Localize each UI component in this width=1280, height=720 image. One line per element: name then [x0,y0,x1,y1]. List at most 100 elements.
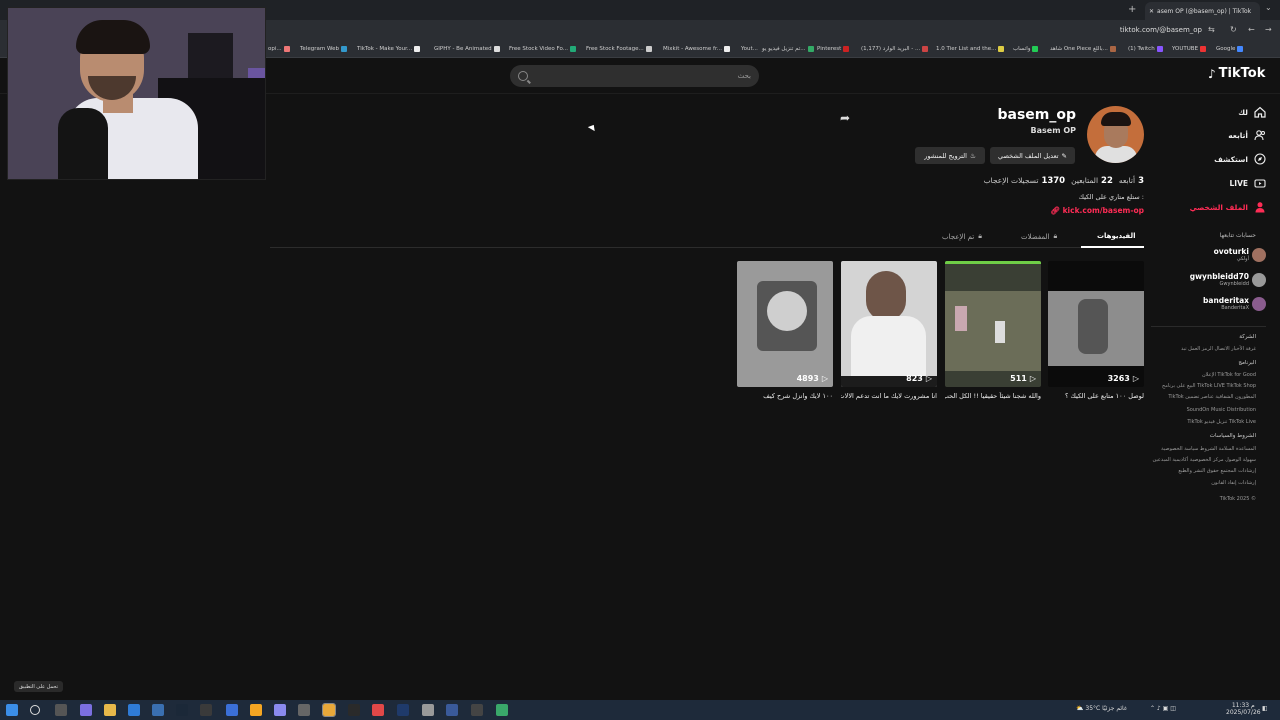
tab-search-icon[interactable]: ⌄ [1265,3,1272,12]
bookmark-item[interactable]: تم تنزيل فيديو يو... [762,46,814,52]
video-thumbnail[interactable]: 511 ▷ [945,261,1041,387]
following-stat[interactable]: 3أتابعه [1119,176,1144,186]
notification-icon[interactable]: ◧ [1262,705,1268,712]
footer-program-title: البرنامج [1238,360,1256,366]
edit-profile-button[interactable]: تعديل الملف الشخصي ✎ [990,147,1075,164]
clock[interactable]: 11:33 م 2025/07/26 [1226,702,1261,716]
following-account-item[interactable]: banderitax BanderitaX [1203,296,1266,311]
lock-icon: 🔒︎ [978,232,982,240]
search-icon[interactable] [30,705,40,715]
battle-net-icon[interactable] [226,704,238,716]
browser-tab-active[interactable]: ✕ asem OP (@basem_op) | TikTok [1145,2,1260,20]
bookmark-item[interactable]: Free Stock Footage... [586,46,652,52]
forward-icon[interactable]: → [1265,25,1272,34]
bookmark-item[interactable]: واتساب [1013,46,1039,52]
discord-icon[interactable] [274,704,286,716]
video-thumbnail[interactable]: 4893 ▷ [737,261,833,387]
weather-widget[interactable]: ⛅ 35°C غائم جزئيًا [1076,705,1127,712]
app-icon[interactable] [372,704,384,716]
avatar [1252,247,1266,262]
reload-icon[interactable]: ↻ [1230,25,1237,34]
bookmark-item[interactable]: Telegram Web [300,46,347,52]
footer-link[interactable]: TikTok Live تنزيل فيديو TikTok [1187,419,1256,425]
copilot-icon[interactable] [80,704,92,716]
bookmark-item[interactable]: GIPHY - Be Animated [434,46,500,52]
app-icon[interactable] [496,704,508,716]
footer-link[interactable]: إرشادات المجتمع حقوق النشر والطبع [1178,468,1256,474]
task-view-icon[interactable] [55,704,67,716]
footer-link[interactable]: إرشادات إنفاذ القانون [1211,480,1256,486]
bookmark-item[interactable]: Mixkit - Awesome fr... [663,46,730,52]
bookmark-item[interactable]: (1,177) البريد الوارد - ... [861,46,929,52]
url-field[interactable]: tiktok.com/@basem_op [1070,26,1202,34]
tab-title: asem OP (@basem_op) | TikTok [1157,7,1252,15]
outlook-icon[interactable] [128,704,140,716]
bookmark-item[interactable]: Pinterest [817,46,850,52]
bookmark-item[interactable]: YOUTUBE [1172,46,1207,52]
obs-icon[interactable] [348,704,360,716]
tray-icons[interactable]: ⌃ ♪ ▣ ◫ [1150,705,1176,712]
steam-icon[interactable] [176,704,188,716]
video-caption: ١٠٠ لايك وانزل شرح كيف [763,392,833,400]
new-tab-button[interactable]: + [1128,4,1136,15]
video-caption: انا مشرورت لايك ما انت تدعم الالات [841,392,937,400]
followers-stat[interactable]: 22المتابعين [1071,176,1113,186]
back-icon[interactable]: ← [1248,25,1255,34]
store-icon[interactable] [152,704,164,716]
site-settings-icon[interactable]: ⇆ [1208,25,1215,34]
sidebar-item-profile[interactable]: الملف الشخصي [1190,201,1266,213]
file-explorer-icon[interactable] [104,704,116,716]
search-input[interactable]: بحث [510,65,759,87]
bookmark-item[interactable]: TikTok - Make Your... [357,46,421,52]
play-icon: ▷ [821,374,828,383]
app-icon[interactable] [446,704,458,716]
video-caption: لوصل ١٠٠ متابع على الكيك ؟ [1064,392,1144,400]
footer-link[interactable]: غرفة الأخبار الاتصال الرمز العمل تبذ [1181,346,1256,352]
avatar [1252,272,1266,287]
promote-post-button[interactable]: الترويج للمنشور ♨ [915,147,985,164]
tiktok-logo[interactable]: ♪ TikTok [1208,66,1265,81]
bookmark-item[interactable]: opi... [268,46,290,52]
video-thumbnail[interactable]: 823 ▷ [841,261,937,387]
following-account-item[interactable]: gwynbleidd70 Gwynbleidd [1190,272,1266,287]
following-account-item[interactable]: ovoturki أولكي [1214,247,1266,262]
windows-start-icon[interactable] [6,704,18,716]
bookmark-item[interactable]: Free Stock Video Fo... [509,46,577,52]
search-icon[interactable] [518,71,528,81]
bookmark-item[interactable]: Yout... [741,46,758,52]
mouse-cursor-icon [587,122,598,132]
get-app-button[interactable]: تحمل على التطبيق [14,681,63,692]
footer-link[interactable]: SoundOn Music Distribution [1187,407,1256,413]
chrome-icon[interactable] [322,703,336,717]
close-tab-icon[interactable]: ✕ [1149,8,1154,15]
footer-link[interactable]: TikTok for Good الإعلان [1202,372,1256,378]
sidebar-item-explore[interactable]: استكشف [1214,153,1266,165]
bookmark-item[interactable]: (1) Twitch [1128,46,1163,52]
vlc-icon[interactable] [250,704,262,716]
footer-link[interactable]: TikTok LIVE TikTok Shop البيع على برنامج [1162,383,1256,389]
footer-link[interactable]: المساعدة السلامة الشروط سياسة الخصوصية [1161,446,1256,452]
bookmark-item[interactable]: شاهد One Piece باللغ... [1050,46,1116,52]
profile-avatar[interactable] [1087,106,1144,163]
photoshop-icon[interactable] [397,704,409,716]
tab-liked[interactable]: تم الإعجاب 🔒︎ [942,232,982,241]
sidebar-item-following[interactable]: أتابعه [1228,129,1266,141]
app-icon[interactable] [422,704,434,716]
tab-favorites[interactable]: المفضلات 🔒︎ [1021,232,1057,241]
bookmark-item[interactable]: 1.0 Tier List and the... [936,46,1005,52]
lock-icon: 🔒︎ [1053,232,1058,240]
video-thumbnail[interactable]: 3263 ▷ [1048,261,1144,387]
home-icon [1254,106,1266,118]
tab-videos[interactable]: الفيديوهات [1097,232,1136,240]
footer-link[interactable]: سهولة الوصول مركز الخصوصية أكاديمية المب… [1153,457,1256,463]
explore-icon [1254,153,1266,165]
sidebar-item-live[interactable]: LIVE [1230,177,1267,189]
share-icon[interactable]: ➦ [840,111,850,125]
app-icon[interactable] [471,704,483,716]
epic-games-icon[interactable] [200,704,212,716]
app-icon[interactable] [298,704,310,716]
footer-link[interactable]: المطورون الشفافية عناصر تضمين TikTok [1168,394,1256,400]
bookmark-item[interactable]: Google [1216,46,1244,52]
profile-link[interactable]: 🔗︎ kick.com/basem-op [1050,206,1144,215]
sidebar-item-for-you[interactable]: لك [1238,106,1266,118]
